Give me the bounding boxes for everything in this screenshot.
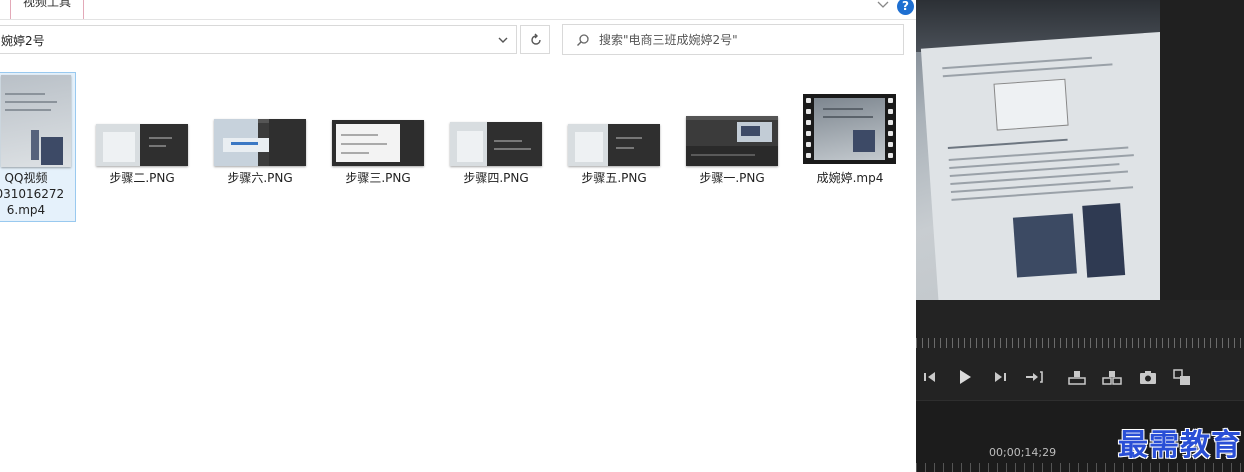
- timecode-display: 00;00;14;29: [989, 446, 1057, 459]
- file-label: 步骤六.PNG: [227, 171, 293, 185]
- help-button[interactable]: ?: [897, 0, 914, 15]
- address-bar[interactable]: 婉婷2号: [0, 25, 517, 54]
- chevron-down-icon[interactable]: [876, 0, 890, 10]
- file-label: 步骤一.PNG: [699, 171, 765, 185]
- image-thumbnail: [214, 119, 306, 166]
- image-thumbnail: [96, 124, 188, 166]
- program-monitor: [916, 0, 1244, 300]
- step-forward-icon[interactable]: [990, 368, 1010, 386]
- extract-icon[interactable]: [1102, 368, 1122, 386]
- file-item-step-1[interactable]: 步骤一.PNG: [682, 72, 782, 222]
- chevron-down-icon[interactable]: [497, 34, 509, 46]
- insert-icon[interactable]: [1172, 368, 1192, 386]
- film-strip-thumbnail: [803, 94, 896, 164]
- file-explorer-window: 视频工具 ? 婉婷2号 搜索"电商三班成婉婷2号" QQ视频 31016272 …: [0, 0, 916, 472]
- file-item-final-video[interactable]: 成婉婷.mp4: [800, 72, 900, 222]
- file-label: 步骤三.PNG: [345, 171, 411, 185]
- watermark: 最需教育: [1118, 428, 1242, 463]
- search-icon: [577, 34, 589, 46]
- lift-icon[interactable]: [1067, 368, 1087, 386]
- image-thumbnail: [568, 124, 660, 166]
- file-label: 步骤五.PNG: [581, 171, 647, 185]
- file-item-step-5[interactable]: 步骤五.PNG: [564, 72, 664, 222]
- ribbon-tab-label: 视频工具: [22, 0, 71, 9]
- file-item-qq-video[interactable]: QQ视频 2031016272 6.mp4: [0, 72, 76, 222]
- ribbon-strip: 视频工具 ?: [0, 0, 916, 20]
- video-thumbnail: [1, 75, 71, 167]
- ribbon-tab-video-tools[interactable]: 视频工具: [10, 0, 84, 19]
- transport-controls: [916, 355, 1244, 400]
- step-back-icon[interactable]: [920, 368, 940, 386]
- search-box[interactable]: [562, 24, 904, 55]
- file-label: QQ视频 2031016272 6.mp4: [0, 171, 65, 217]
- play-icon[interactable]: [955, 368, 975, 386]
- file-label: 成婉婷.mp4: [816, 171, 884, 185]
- premiere-program-panel: 00;00;14;29: [916, 0, 1244, 472]
- search-input[interactable]: [599, 30, 895, 50]
- image-thumbnail: [450, 122, 542, 166]
- file-item-step-6[interactable]: 步骤六.PNG: [210, 72, 310, 222]
- refresh-button[interactable]: [520, 25, 550, 54]
- playhead-ruler[interactable]: [916, 300, 1244, 355]
- file-label: 步骤二.PNG: [109, 171, 175, 185]
- video-frame: [916, 0, 1160, 300]
- go-to-out-icon[interactable]: [1024, 368, 1044, 386]
- file-item-step-2[interactable]: 步骤二.PNG: [92, 72, 192, 222]
- address-path: 婉婷2号: [1, 34, 45, 48]
- image-thumbnail: [332, 120, 424, 166]
- monitor-background: [1160, 0, 1244, 300]
- image-thumbnail: [686, 116, 778, 166]
- file-item-step-3[interactable]: 步骤三.PNG: [328, 72, 428, 222]
- file-item-step-4[interactable]: 步骤四.PNG: [446, 72, 546, 222]
- export-frame-icon[interactable]: [1138, 368, 1158, 386]
- refresh-icon: [531, 33, 541, 45]
- file-label: 步骤四.PNG: [463, 171, 529, 185]
